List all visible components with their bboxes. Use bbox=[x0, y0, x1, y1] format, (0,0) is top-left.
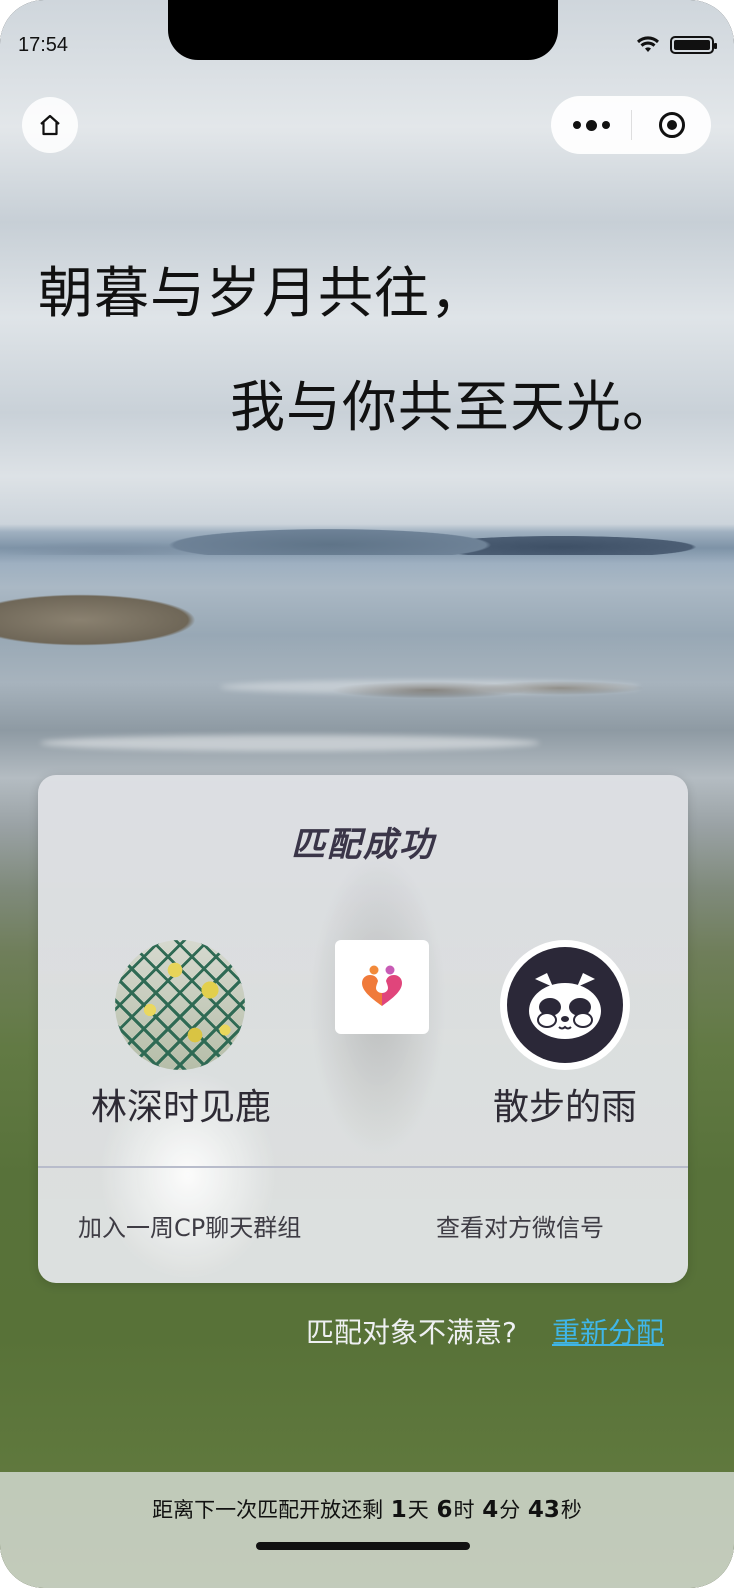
status-bar: 17:54 bbox=[0, 0, 734, 88]
more-dots-icon bbox=[601, 121, 610, 129]
countdown-text: 距离下一次匹配开放还剩 1天 6时 4分 43秒 bbox=[0, 1494, 734, 1524]
more-dots-icon bbox=[585, 119, 597, 131]
countdown-bar: 距离下一次匹配开放还剩 1天 6时 4分 43秒 bbox=[0, 1472, 734, 1588]
background-wave bbox=[220, 680, 640, 694]
couple-heart-logo-icon bbox=[362, 965, 402, 1006]
countdown-seconds: 43 bbox=[527, 1497, 560, 1523]
couple-heart-logo-icon bbox=[335, 940, 429, 1034]
status-time: 17:54 bbox=[18, 34, 69, 56]
mini-program-capsule bbox=[551, 96, 711, 154]
match-success-card: 匹配成功 林深时见鹿 散步的雨 加入一周CP聊天群组 查看对方微信号 bbox=[38, 775, 688, 1283]
countdown-days: 1 bbox=[390, 1497, 407, 1523]
home-icon bbox=[40, 114, 60, 136]
more-button[interactable] bbox=[551, 96, 631, 154]
battery-icon bbox=[670, 36, 717, 54]
panda-face-icon bbox=[529, 973, 601, 1039]
countdown-hours-unit: 时 bbox=[453, 1498, 475, 1522]
left-user-name: 林深时见鹿 bbox=[90, 1087, 271, 1128]
status-icons bbox=[636, 36, 717, 54]
countdown-minutes-unit: 分 bbox=[499, 1498, 521, 1522]
home-button[interactable] bbox=[22, 97, 78, 153]
countdown-seconds-unit: 秒 bbox=[560, 1498, 582, 1522]
right-user-avatar[interactable] bbox=[500, 940, 630, 1070]
countdown-minutes: 4 bbox=[482, 1497, 499, 1523]
notch bbox=[168, 0, 558, 60]
phone-screen: 17:54 朝暮与岁月共往， 我与你共至天光。 匹配成功 林深时见鹿 散步的雨 … bbox=[0, 0, 734, 1588]
countdown-days-unit: 天 bbox=[407, 1498, 429, 1522]
countdown-hours: 6 bbox=[436, 1497, 453, 1523]
join-cp-group-button[interactable]: 加入一周CP聊天群组 bbox=[78, 1208, 301, 1243]
right-user-name: 散步的雨 bbox=[492, 1087, 637, 1128]
panda-avatar-icon bbox=[507, 947, 623, 1063]
card-divider bbox=[38, 1166, 688, 1168]
poem-line-1: 朝暮与岁月共往， bbox=[38, 261, 487, 325]
wifi-icon bbox=[637, 36, 659, 52]
reassign-link[interactable]: 重新分配 bbox=[552, 1311, 664, 1351]
unsatisfied-question: 匹配对象不满意? bbox=[306, 1316, 517, 1349]
target-circle-icon bbox=[658, 112, 685, 138]
background-wave bbox=[40, 735, 540, 751]
card-title: 匹配成功 bbox=[291, 825, 435, 865]
close-mini-program-button[interactable] bbox=[632, 96, 711, 154]
home-indicator[interactable] bbox=[256, 1542, 470, 1550]
left-user-avatar[interactable] bbox=[115, 940, 245, 1070]
background-mountains bbox=[0, 505, 734, 555]
poem-line-2: 我与你共至天光。 bbox=[230, 375, 679, 439]
view-wechat-button[interactable]: 查看对方微信号 bbox=[436, 1208, 604, 1243]
more-dots-icon bbox=[572, 121, 581, 129]
countdown-prefix: 距离下一次匹配开放还剩 bbox=[152, 1498, 384, 1522]
